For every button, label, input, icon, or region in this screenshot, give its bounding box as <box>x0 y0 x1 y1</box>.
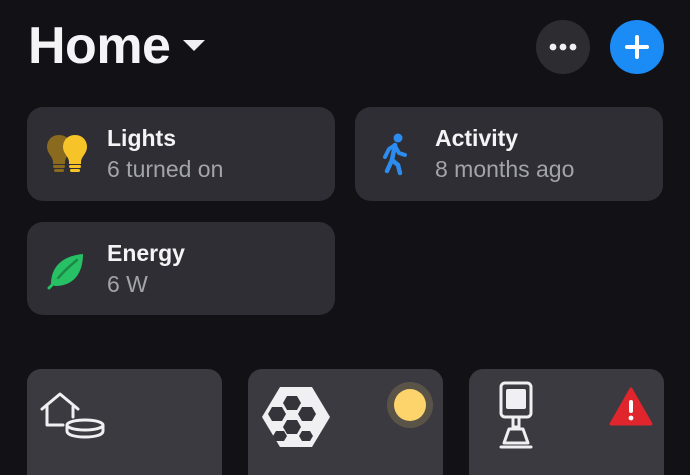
more-options-button[interactable] <box>536 20 590 74</box>
motion-sensor-icon <box>499 381 533 449</box>
nanoleaf-hexagon-panels-icon <box>262 387 330 447</box>
lights-title: Lights <box>107 125 176 151</box>
activity-summary-tile[interactable]: Activity 8 months ago <box>355 107 663 201</box>
warning-icon <box>609 387 653 426</box>
lightbulbs-icon <box>47 135 87 172</box>
lights-summary-tile[interactable]: Lights 6 turned on <box>27 107 335 201</box>
activity-title: Activity <box>435 125 519 151</box>
activity-status: 8 months ago <box>435 156 575 182</box>
energy-title: Energy <box>107 240 185 266</box>
light-on-icon <box>387 382 433 428</box>
home-screen: Home Lights 6 turned on Activity 8 month… <box>0 0 690 475</box>
accessory-tile-home-hub[interactable] <box>27 369 222 475</box>
chevron-down-icon[interactable] <box>183 40 205 51</box>
add-button[interactable] <box>610 20 664 74</box>
walking-person-icon <box>383 133 407 176</box>
energy-status: 6 W <box>107 271 148 297</box>
energy-summary-tile[interactable]: Energy 6 W <box>27 222 335 315</box>
page-title[interactable]: Home <box>28 16 171 76</box>
accessory-tile-motion-sensor[interactable] <box>469 369 664 475</box>
lights-status: 6 turned on <box>107 156 224 182</box>
home-hub-icon <box>40 392 105 439</box>
plus-icon <box>625 35 649 59</box>
leaf-icon <box>47 254 83 290</box>
accessory-tile-light-panels[interactable] <box>248 369 443 475</box>
more-horizontal-icon <box>549 43 577 51</box>
